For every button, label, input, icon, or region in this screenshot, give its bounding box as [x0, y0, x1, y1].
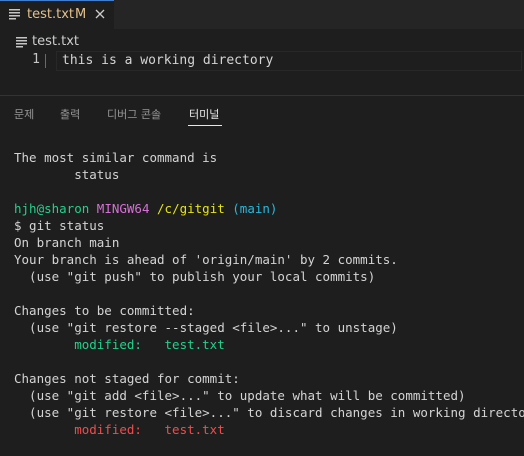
- terminal-output[interactable]: The most similar command is status hjh@s…: [14, 149, 524, 438]
- editor-tab-bar: test.txt M: [0, 0, 524, 29]
- code-text[interactable]: this is a working directory: [62, 53, 273, 68]
- lines-file-icon: [16, 37, 27, 48]
- panel-divider: [0, 95, 524, 96]
- prompt-path: /c/gitgit: [157, 201, 225, 216]
- staged-file-entry: modified: test.txt: [14, 337, 225, 352]
- tab-problems[interactable]: 문제: [14, 106, 34, 122]
- tab-label: test.txt: [27, 7, 74, 22]
- editor-line-1[interactable]: 1 this is a working directory: [0, 51, 524, 71]
- terminal-line: (use "git add <file>..." to update what …: [14, 388, 466, 403]
- unstaged-file-entry: modified: test.txt: [14, 422, 225, 437]
- modified-badge: M: [75, 7, 87, 22]
- prompt-branch: (main): [232, 201, 278, 216]
- terminal-prompt: hjh@sharon MINGW64 /c/gitgit (main): [14, 200, 522, 217]
- line-number: 1: [32, 52, 40, 67]
- terminal-line: On branch main: [14, 235, 120, 250]
- terminal-line: (use "git push" to publish your local co…: [14, 269, 376, 284]
- prompt-user-host: hjh@sharon: [14, 201, 90, 216]
- tab-terminal[interactable]: 터미널: [189, 106, 219, 122]
- terminal-command: $ git status: [14, 218, 105, 233]
- tab-test-txt[interactable]: test.txt M: [0, 0, 114, 29]
- tab-output[interactable]: 출력: [60, 106, 80, 122]
- close-icon[interactable]: [92, 6, 108, 22]
- gutter-modified-marker: [45, 54, 46, 68]
- terminal-line: The most similar command is: [14, 150, 218, 165]
- terminal-line: (use "git restore <file>..." to discard …: [14, 405, 524, 420]
- active-tab-indicator: [188, 125, 222, 126]
- prompt-env: MINGW64: [96, 201, 150, 216]
- lines-file-icon: [9, 9, 20, 20]
- terminal-line: Your branch is ahead of 'origin/main' by…: [14, 252, 398, 267]
- terminal-line: status: [14, 167, 120, 182]
- terminal-line: (use "git restore --staged <file>..." to…: [14, 320, 398, 335]
- terminal-line: Changes not staged for commit:: [14, 371, 240, 386]
- terminal-line: Changes to be committed:: [14, 303, 195, 318]
- breadcrumb-file-label: test.txt: [32, 34, 79, 49]
- tab-debug-console[interactable]: 디버그 콘솔: [107, 106, 161, 122]
